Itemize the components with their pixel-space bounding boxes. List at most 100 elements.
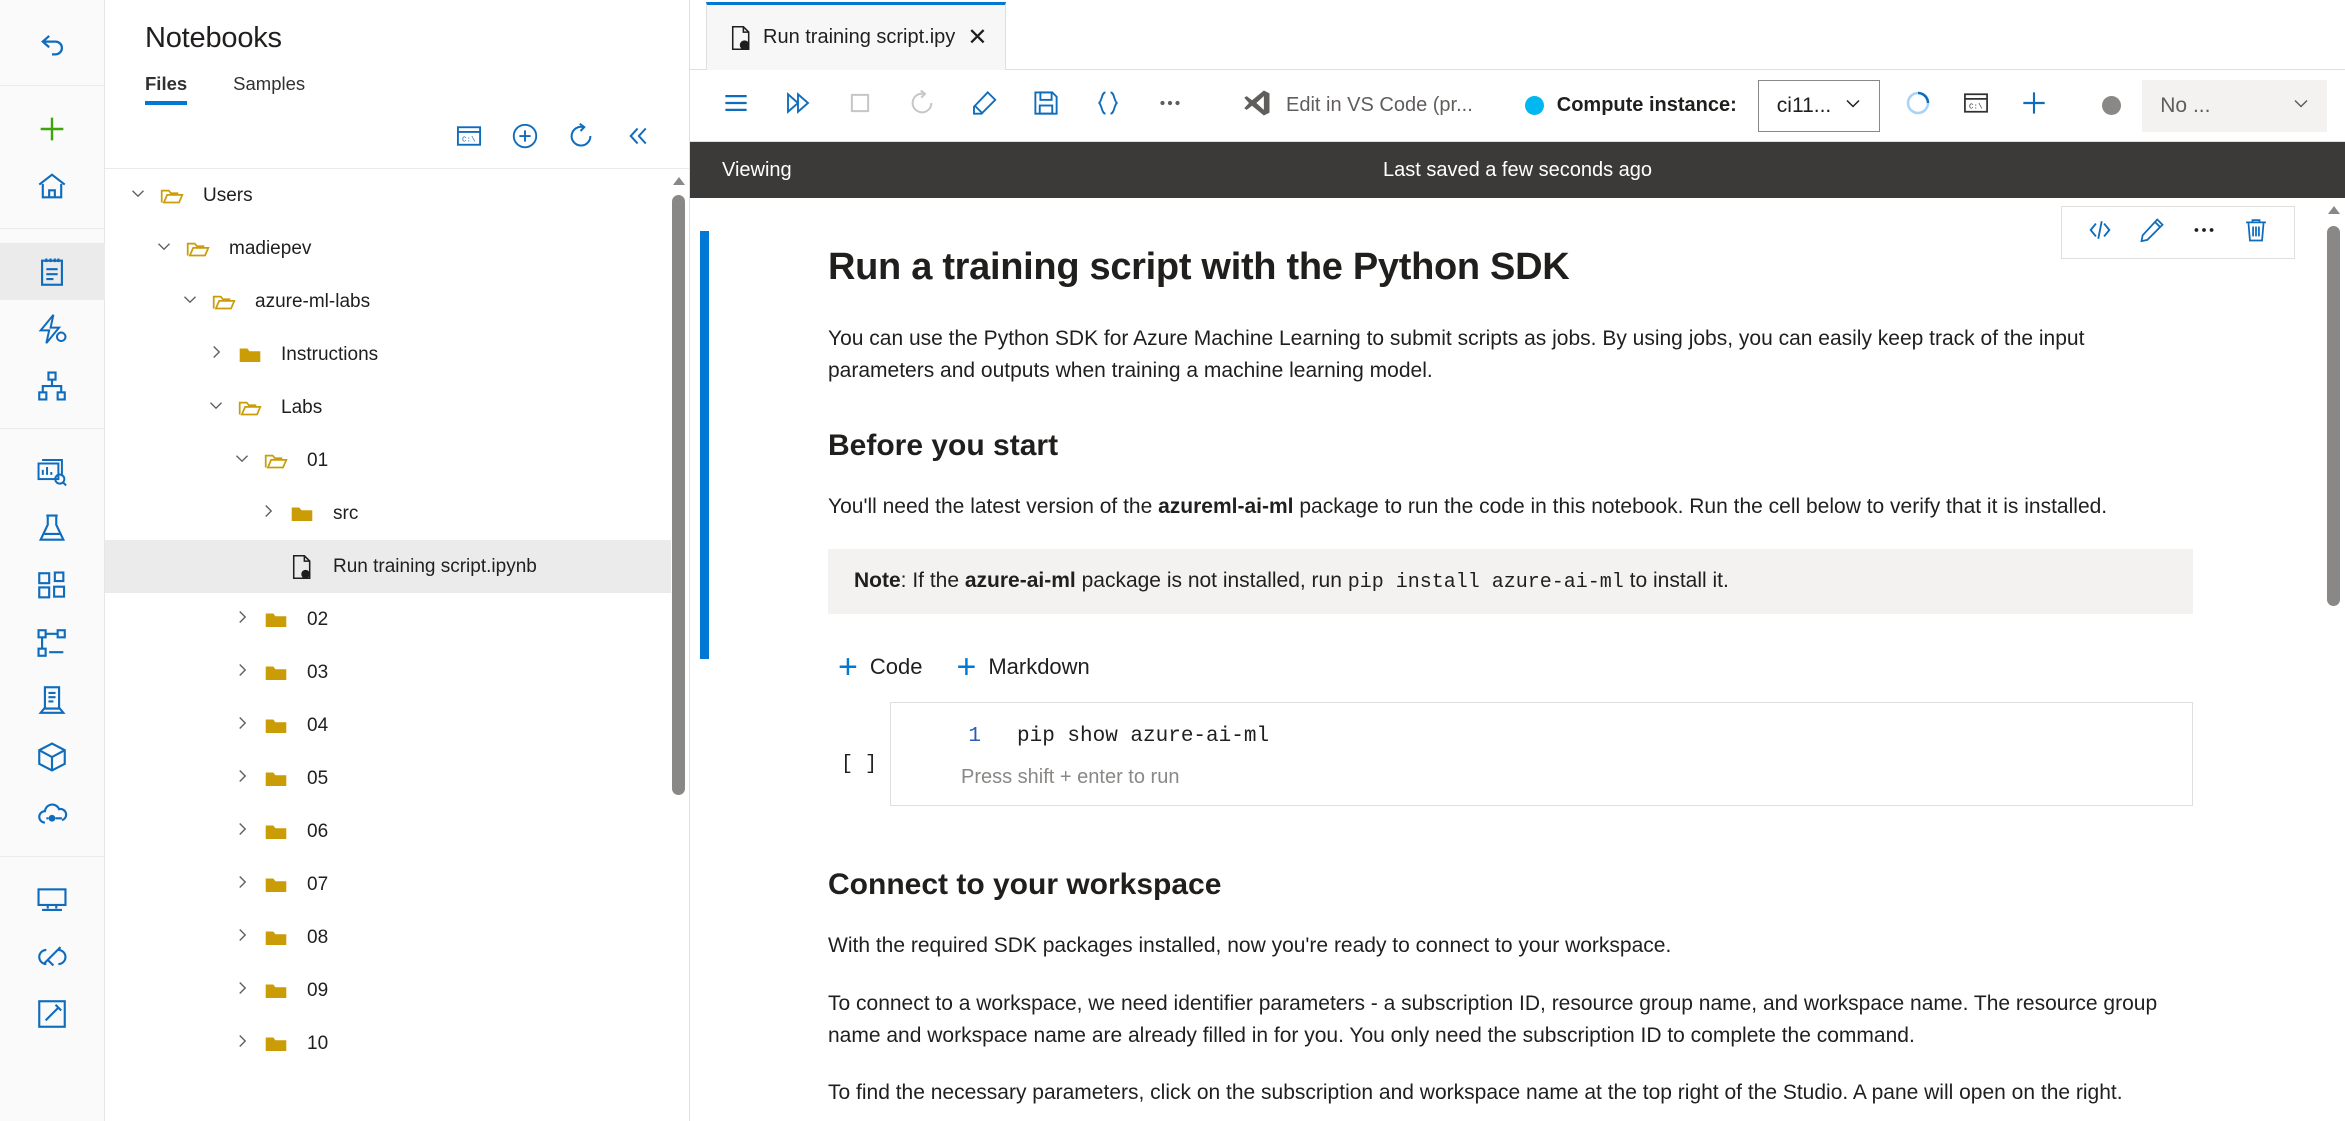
tree-chevron[interactable] (225, 444, 259, 478)
chevron-right-icon[interactable] (231, 871, 253, 898)
stop-button[interactable] (836, 82, 884, 130)
chevron-right-icon[interactable] (231, 659, 253, 686)
scrollbar-thumb[interactable] (672, 195, 685, 795)
scroll-up-arrow-icon[interactable] (2328, 206, 2340, 214)
models-button[interactable] (0, 728, 105, 785)
chevron-down-icon[interactable] (205, 394, 227, 421)
experiments-button[interactable] (0, 500, 105, 557)
save-button[interactable] (1022, 82, 1070, 130)
compute-button[interactable] (0, 871, 105, 928)
tree-item-03[interactable]: 03 (105, 646, 671, 699)
designer-button[interactable] (0, 357, 105, 414)
new-button[interactable] (0, 100, 105, 157)
tree-chevron[interactable] (225, 762, 259, 796)
tree-item-06[interactable]: 06 (105, 805, 671, 858)
tree-chevron[interactable] (225, 974, 259, 1008)
chevron-down-icon[interactable] (127, 182, 149, 209)
edit-in-vscode-button[interactable]: Edit in VS Code (pr... (1234, 88, 1481, 123)
add-markdown-cell-button[interactable]: + Markdown (956, 650, 1089, 684)
automated-ml-button[interactable] (0, 300, 105, 357)
endpoints-button[interactable] (0, 785, 105, 842)
components-button[interactable] (0, 557, 105, 614)
data-button[interactable] (0, 671, 105, 728)
tree-chevron[interactable] (225, 921, 259, 955)
cell-more-button[interactable] (2180, 209, 2228, 257)
delete-cell-button[interactable] (2232, 209, 2280, 257)
scroll-up-arrow-icon[interactable] (673, 177, 685, 185)
chevron-right-icon[interactable] (231, 818, 253, 845)
clear-output-button[interactable] (960, 82, 1008, 130)
home-button[interactable] (0, 157, 105, 214)
close-icon[interactable]: ✕ (967, 25, 987, 50)
chevron-down-icon[interactable] (231, 447, 253, 474)
chevron-right-icon[interactable] (231, 765, 253, 792)
kernel-status-button[interactable] (1894, 82, 1942, 130)
chevron-right-icon[interactable] (231, 1030, 253, 1057)
chevron-right-icon[interactable] (231, 977, 253, 1004)
tree-item-10[interactable]: 10 (105, 1017, 671, 1070)
jobs-button[interactable] (0, 443, 105, 500)
tree-item-labs[interactable]: Labs (105, 381, 671, 434)
back-button[interactable] (0, 14, 105, 71)
tree-chevron[interactable] (173, 285, 207, 319)
pipelines-button[interactable] (0, 614, 105, 671)
tree-item-09[interactable]: 09 (105, 964, 671, 1017)
tree-chevron[interactable] (225, 815, 259, 849)
tree-item-08[interactable]: 08 (105, 911, 671, 964)
toc-menu-button[interactable] (712, 82, 760, 130)
notebooks-button[interactable] (0, 243, 105, 300)
chevron-right-icon[interactable] (231, 606, 253, 633)
tree-chevron[interactable] (225, 656, 259, 690)
chevron-right-icon[interactable] (257, 500, 279, 527)
tree-chevron[interactable] (225, 709, 259, 743)
kernel-dropdown[interactable]: No ... (2142, 79, 2328, 132)
notebook-tab[interactable]: Run training script.ipy ✕ (706, 2, 1007, 70)
new-compute-button[interactable] (2010, 82, 2058, 130)
tree-item-05[interactable]: 05 (105, 752, 671, 805)
tree-chevron[interactable] (225, 868, 259, 902)
tree-item-src[interactable]: src (105, 487, 671, 540)
tree-item-02[interactable]: 02 (105, 593, 671, 646)
more-options-button[interactable] (1146, 82, 1194, 130)
tree-item-azure-ml-labs[interactable]: azure-ml-labs (105, 275, 671, 328)
tree-chevron[interactable] (199, 391, 233, 425)
tree-item-madiepev[interactable]: madiepev (105, 222, 671, 275)
file-tree-scrollbar[interactable] (672, 177, 685, 1121)
open-terminal-button[interactable]: C:\ (445, 118, 493, 158)
restart-kernel-button[interactable] (898, 82, 946, 130)
view-source-button[interactable] (2076, 209, 2124, 257)
tree-item-users[interactable]: Users (105, 169, 671, 222)
run-all-button[interactable] (774, 82, 822, 130)
compute-terminal-button[interactable]: C:\ (1952, 82, 2000, 130)
linked-services-button[interactable] (0, 928, 105, 985)
compute-instance-dropdown[interactable]: ci11... (1757, 79, 1881, 132)
tab-files[interactable]: Files (145, 73, 188, 105)
create-new-file-button[interactable] (501, 118, 549, 158)
tree-chevron[interactable] (225, 1027, 259, 1061)
tree-item-run-training-script-ipynb[interactable]: Run training script.ipynb (105, 540, 671, 593)
tree-chevron[interactable] (251, 497, 285, 531)
tree-chevron[interactable] (225, 603, 259, 637)
chevron-right-icon[interactable] (231, 712, 253, 739)
tree-chevron[interactable] (199, 338, 233, 372)
tree-chevron[interactable] (251, 550, 285, 584)
collapse-panel-button[interactable] (613, 118, 661, 158)
notebook-scrollbar[interactable] (2323, 198, 2345, 1121)
tree-item-01[interactable]: 01 (105, 434, 671, 487)
format-button[interactable] (1084, 82, 1132, 130)
tree-item-instructions[interactable]: Instructions (105, 328, 671, 381)
code-cell[interactable]: 1 pip show azure-ai-ml Press shift + ent… (890, 701, 2193, 806)
tree-item-07[interactable]: 07 (105, 858, 671, 911)
tree-chevron[interactable] (147, 232, 181, 266)
chevron-down-icon[interactable] (179, 288, 201, 315)
data-labeling-button[interactable] (0, 985, 105, 1042)
tree-item-04[interactable]: 04 (105, 699, 671, 752)
scrollbar-thumb[interactable] (2327, 226, 2340, 606)
add-code-cell-button[interactable]: + Code (838, 650, 922, 684)
edit-cell-button[interactable] (2128, 209, 2176, 257)
chevron-right-icon[interactable] (231, 924, 253, 951)
tree-chevron[interactable] (121, 179, 155, 213)
refresh-button[interactable] (557, 118, 605, 158)
chevron-right-icon[interactable] (205, 341, 227, 368)
tab-samples[interactable]: Samples (233, 73, 305, 105)
